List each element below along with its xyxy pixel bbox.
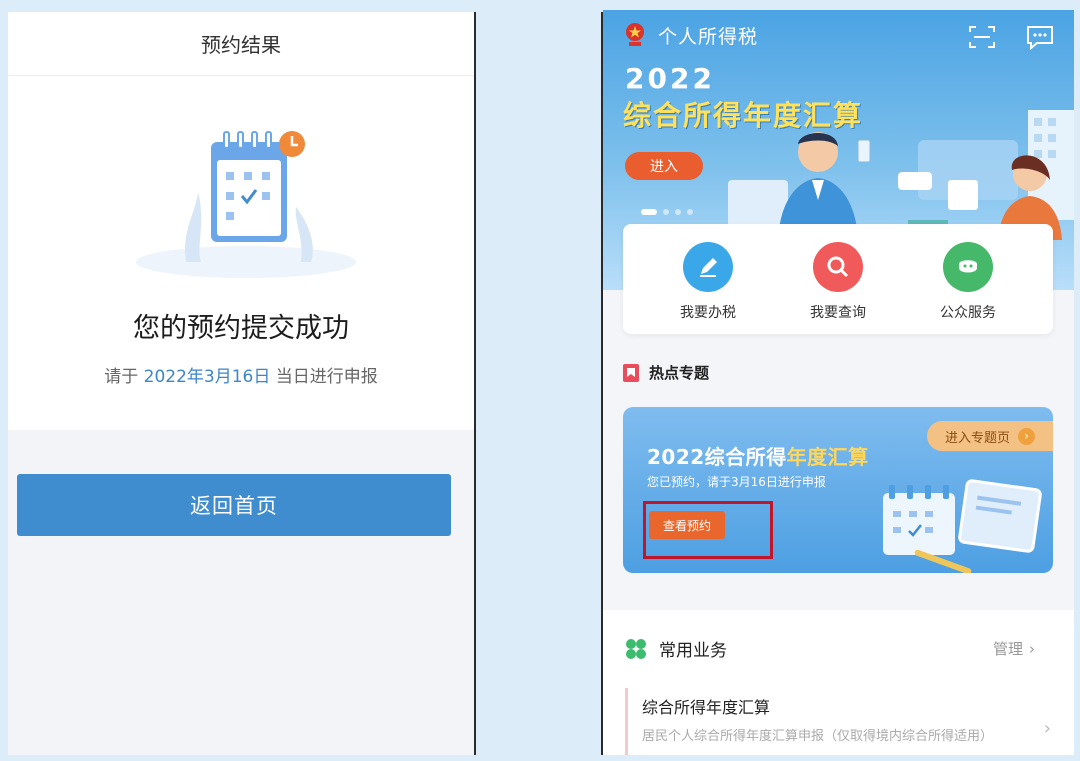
topic-subtitle: 您已预约，请于3月16日进行申报 bbox=[647, 475, 826, 489]
service-label: 公众服务 bbox=[940, 305, 996, 321]
annual-settlement-topic-card[interactable]: 进入专题页 › 2022综合所得年度汇算 您已预约，请于3月16日进行申报 查看… bbox=[623, 407, 1053, 573]
message-icon[interactable] bbox=[1025, 24, 1055, 50]
note-suffix: 当日进行申报 bbox=[275, 367, 378, 387]
filing-date-note: 请于 2022年3月16日 当日进行申报 bbox=[8, 362, 474, 387]
filing-date: 2022年3月16日 bbox=[143, 367, 271, 387]
quick-services-card: 我要办税 我要查询 公众服务 bbox=[623, 224, 1053, 334]
banner-enter-button[interactable]: 进入 bbox=[625, 152, 703, 180]
hot-topics-title: 热点专题 bbox=[649, 364, 710, 382]
calendar-document-illustration-icon bbox=[883, 479, 1042, 573]
carousel-indicator bbox=[641, 209, 693, 215]
carousel-dot[interactable] bbox=[687, 209, 693, 215]
carousel-dot[interactable] bbox=[641, 209, 657, 215]
result-card: 预约结果 您的预约提交成功 请于 2022年3月16日 当日进行申报 bbox=[8, 12, 474, 430]
manage-label: 管理 bbox=[993, 640, 1024, 658]
bookmark-icon bbox=[623, 363, 639, 382]
service-public[interactable]: 公众服务 bbox=[913, 242, 1023, 322]
service-tax-filing[interactable]: 我要办税 bbox=[653, 242, 763, 322]
business-item-desc: 居民个人综合所得年度汇算申报（仅取得境内综合所得适用） bbox=[642, 729, 994, 744]
manage-link[interactable]: 管理 › bbox=[993, 638, 1035, 659]
business-item-title: 综合所得年度汇算 bbox=[642, 698, 771, 717]
return-home-button[interactable]: 返回首页 bbox=[17, 474, 451, 536]
app-title: 个人所得税 bbox=[658, 26, 759, 48]
enter-topic-button[interactable]: 进入专题页 › bbox=[927, 421, 1053, 451]
app-bar: 个人所得税 bbox=[603, 10, 1074, 60]
service-icon bbox=[943, 242, 993, 292]
topic-title-main: 2022综合所得 bbox=[647, 445, 787, 469]
search-icon bbox=[813, 242, 863, 292]
page-title: 预约结果 bbox=[8, 12, 474, 76]
chevron-right-icon: › bbox=[1018, 427, 1036, 445]
tax-app-home-screen: 个人所得税 2022 综合所得年度汇算 进入 我要办税 我要查询 公众服务 热点… bbox=[603, 10, 1074, 755]
common-business-title: 常用业务 bbox=[659, 641, 727, 661]
national-emblem-icon bbox=[626, 23, 644, 46]
common-business-section: 常用业务 管理 › 综合所得年度汇算 居民个人综合所得年度汇算申报（仅取得境内综… bbox=[603, 610, 1074, 755]
topic-title-highlight: 年度汇算 bbox=[786, 445, 869, 469]
hot-topics-header: 热点专题 bbox=[623, 362, 709, 383]
edit-icon bbox=[683, 242, 733, 292]
enter-topic-label: 进入专题页 bbox=[945, 430, 1011, 446]
service-label: 我要查询 bbox=[810, 305, 866, 321]
success-title: 您的预约提交成功 bbox=[133, 313, 349, 344]
carousel-dot[interactable] bbox=[663, 209, 669, 215]
booking-result-screen: 预约结果 您的预约提交成功 请于 2022年3月16日 当日进行申报 返回首页 bbox=[8, 12, 474, 755]
carousel-dot[interactable] bbox=[675, 209, 681, 215]
divider bbox=[474, 12, 476, 755]
highlight-box bbox=[643, 501, 773, 559]
service-query[interactable]: 我要查询 bbox=[783, 242, 893, 322]
business-item[interactable]: 综合所得年度汇算 居民个人综合所得年度汇算申报（仅取得境内综合所得适用） › bbox=[625, 688, 1055, 755]
chevron-right-icon: › bbox=[1043, 718, 1051, 739]
common-business-header: 常用业务 bbox=[625, 636, 727, 661]
clover-icon bbox=[626, 638, 646, 659]
scan-icon[interactable] bbox=[968, 24, 996, 50]
topic-title: 2022综合所得年度汇算 bbox=[647, 441, 869, 470]
note-prefix: 请于 bbox=[104, 367, 139, 387]
calendar-illustration-icon bbox=[136, 131, 356, 278]
service-label: 我要办税 bbox=[680, 305, 736, 321]
chevron-right-icon: › bbox=[1029, 639, 1036, 658]
banner-year: 2022 bbox=[625, 62, 715, 95]
